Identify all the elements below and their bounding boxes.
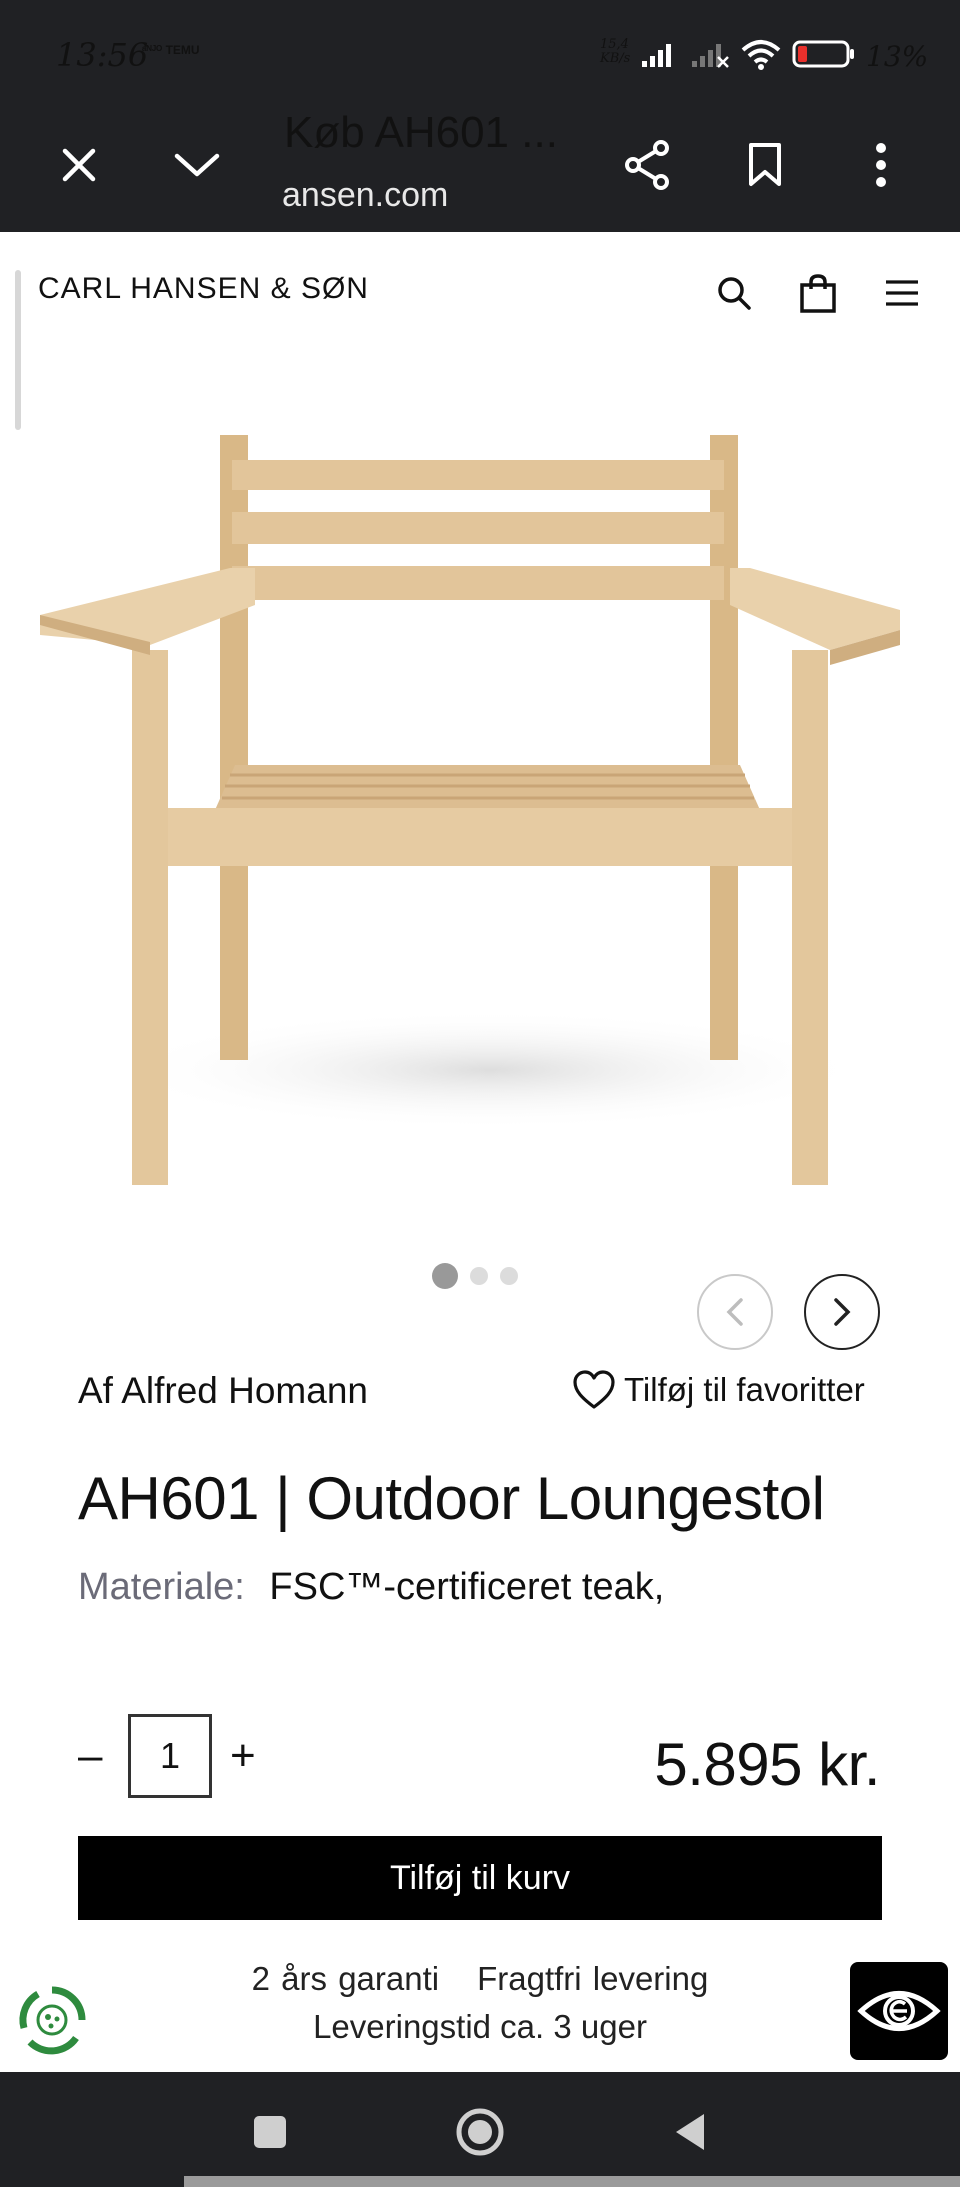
square-icon (254, 2116, 286, 2148)
share-icon (625, 140, 669, 190)
eco-badge-icon[interactable] (16, 1984, 88, 2056)
status-app-label: ᵃᴺᴶᴼ TEMU (142, 43, 200, 57)
gallery-next-button[interactable] (804, 1274, 880, 1350)
product-image[interactable] (40, 420, 920, 1200)
usp-row: 2 års garanti Fragtfri levering (0, 1960, 960, 1998)
page-title: Køb AH601 ... (284, 108, 558, 157)
more-vertical-icon (876, 143, 886, 187)
battery-percent: 13% (866, 40, 929, 73)
gallery-pagination (432, 1263, 518, 1289)
status-time: 13:56 (56, 36, 149, 74)
gallery-dot-3[interactable] (500, 1267, 518, 1285)
chevron-left-icon (726, 1298, 743, 1326)
increase-quantity-button[interactable]: + (230, 1731, 280, 1781)
scroll-indicator (15, 270, 21, 430)
page-url[interactable]: ansen.com (282, 176, 448, 215)
quantity-input[interactable]: 1 (128, 1714, 212, 1798)
decrease-quantity-button[interactable]: – (78, 1731, 128, 1781)
minimize-button[interactable] (162, 130, 232, 200)
close-tab-button[interactable] (44, 130, 114, 200)
chevron-down-icon (174, 153, 220, 177)
add-to-cart-button[interactable]: Tilføj til kurv (78, 1836, 882, 1920)
chevron-right-icon (834, 1298, 851, 1326)
gesture-bar (184, 2176, 960, 2187)
cart-button[interactable] (793, 268, 843, 318)
gallery-prev-button[interactable] (697, 1274, 773, 1350)
material-value: FSC™-certificeret teak, (269, 1566, 665, 1608)
quantity-stepper: – 1 + (78, 1714, 280, 1798)
search-button[interactable] (709, 268, 759, 318)
free-shipping-text: Fragtfri levering (477, 1960, 709, 1997)
material-info: Materiale: FSC™-certificeret teak, (78, 1566, 664, 1609)
favorites-label: Tilføj til favoritter (624, 1371, 865, 1408)
home-circle-icon (456, 2108, 504, 2156)
brand-logo[interactable]: CARL HANSEN & SØN (38, 272, 369, 306)
back-triangle-icon (676, 2114, 704, 2150)
heart-icon (573, 1370, 615, 1409)
material-label: Materiale: (78, 1566, 245, 1608)
network-speed-unit: KB/s (600, 51, 631, 66)
close-icon (62, 148, 96, 182)
bookmark-button[interactable] (730, 130, 800, 200)
product-price: 5.895 kr. (654, 1731, 880, 1798)
bookmark-icon (749, 143, 781, 186)
back-button[interactable] (660, 2110, 720, 2154)
status-icons (640, 34, 856, 74)
product-title: AH601 | Outdoor Loungestol (78, 1465, 825, 1532)
designer-link[interactable]: Af Alfred Homann (78, 1370, 368, 1412)
home-button[interactable] (450, 2108, 510, 2156)
accessibility-button[interactable] (850, 1962, 948, 2060)
shopping-bag-icon (800, 274, 836, 313)
signal-off-icon (692, 44, 729, 68)
network-speed-value: 15,4 (600, 37, 629, 52)
gallery-dot-1[interactable] (432, 1263, 458, 1289)
battery-icon (792, 40, 854, 68)
menu-button[interactable] (877, 268, 927, 318)
signal-icon (642, 44, 671, 67)
recents-button[interactable] (240, 2110, 300, 2154)
more-options-button[interactable] (846, 130, 916, 200)
warranty-text: 2 års garanti (251, 1960, 440, 1997)
share-button[interactable] (612, 130, 682, 200)
gallery-dot-2[interactable] (470, 1267, 488, 1285)
network-speed: 15,4 KB/s (600, 38, 630, 66)
wifi-icon (741, 40, 781, 70)
delivery-time-text: Leveringstid ca. 3 uger (313, 2008, 647, 2045)
hamburger-menu-icon (886, 280, 918, 306)
accessibility-eye-icon (857, 1991, 941, 2031)
search-icon (718, 277, 751, 310)
add-to-favorites-button[interactable]: Tilføj til favoritter (572, 1370, 865, 1410)
